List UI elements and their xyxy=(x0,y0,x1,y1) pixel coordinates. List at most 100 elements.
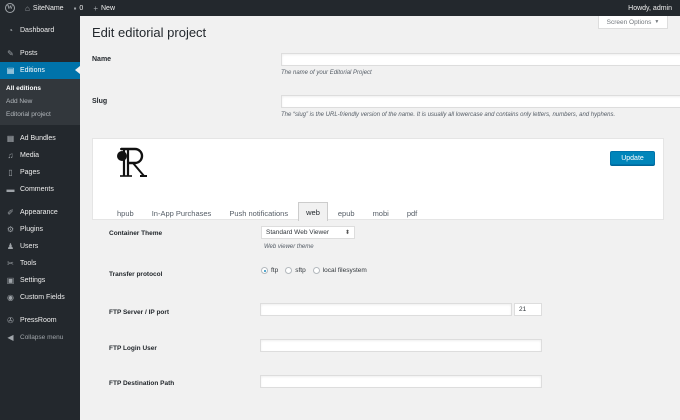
sidebar-item-comments[interactable]: ▬ Comments xyxy=(0,181,80,198)
comments-icon: ▬ xyxy=(6,185,15,194)
ftp-login-user-input[interactable] xyxy=(260,339,542,352)
sidebar-item-label: Plugins xyxy=(20,226,43,233)
tab-pdf[interactable]: pdf xyxy=(399,204,425,221)
users-icon: ♟ xyxy=(6,242,15,251)
admin-bar: W ⌂ SiteName ▪ 0 + New Howdy, admin xyxy=(0,0,680,16)
tab-mobi[interactable]: mobi xyxy=(365,204,397,221)
select-chevron-icon: ⬍ xyxy=(344,230,350,236)
sidebar-item-label: Appearance xyxy=(20,209,58,216)
container-theme-select[interactable]: Standard Web Viewer ⬍ xyxy=(261,226,355,239)
page-title: Edit editorial project xyxy=(92,25,207,40)
tab-push-notifications[interactable]: Push notifications xyxy=(221,204,296,221)
greeting-label: Howdy, admin xyxy=(628,4,672,12)
sidebar-item-label: Settings xyxy=(20,277,46,284)
slug-input[interactable] xyxy=(281,95,680,108)
new-content-link[interactable]: + New xyxy=(88,0,120,16)
radio-label: local filesystem xyxy=(322,267,367,274)
project-settings-panel: Update hpub In-App Purchases Push notifi… xyxy=(92,138,664,221)
ftp-destination-path-label: FTP Destination Path xyxy=(109,380,175,387)
sidebar-item-pressroom[interactable]: ✇ PressRoom xyxy=(0,312,80,329)
name-input[interactable] xyxy=(281,53,680,66)
sidebar-item-label: Dashboard xyxy=(20,27,55,34)
custom-fields-icon: ◉ xyxy=(7,293,14,302)
sidebar-item-label: Pages xyxy=(20,169,40,176)
new-label: New xyxy=(101,4,116,12)
container-theme-label: Container Theme xyxy=(109,230,163,237)
sidebar-item-label: Custom Fields xyxy=(20,294,65,301)
update-button[interactable]: Update xyxy=(610,151,655,165)
caret-down-icon: ▼ xyxy=(654,19,660,25)
sidebar-item-label: Tools xyxy=(20,260,37,267)
sidebar-item-ad-bundles[interactable]: ▦ Ad Bundles xyxy=(0,130,80,147)
ftp-server-label: FTP Server / IP port xyxy=(109,309,170,316)
dashboard-icon: ◔ xyxy=(8,26,13,35)
sidebar-item-plugins[interactable]: ⚙ Plugins xyxy=(0,221,80,238)
sidebar-item-posts[interactable]: ✎ Posts xyxy=(0,45,80,62)
wordpress-logo-icon[interactable]: W xyxy=(0,0,20,16)
sidebar-item-appearance[interactable]: ✐ Appearance xyxy=(0,204,80,221)
ftp-destination-path-input[interactable] xyxy=(260,375,542,388)
ad-bundles-icon: ▦ xyxy=(6,134,15,143)
sidebar-item-label: Editions xyxy=(20,67,45,74)
format-tabs: hpub In-App Purchases Push notifications… xyxy=(109,202,427,221)
radio-ftp[interactable]: ftp xyxy=(261,267,278,274)
sidebar-item-settings[interactable]: ▣ Settings xyxy=(0,272,80,289)
account-menu[interactable]: Howdy, admin xyxy=(623,0,680,16)
submenu-editorial-project[interactable]: Editorial project xyxy=(0,108,80,121)
collapse-menu-button[interactable]: ◀ Collapse menu xyxy=(0,329,80,346)
radio-dot-selected[interactable] xyxy=(261,267,268,274)
transfer-protocol-label: Transfer protocol xyxy=(109,271,163,278)
comments-link[interactable]: ▪ 0 xyxy=(69,0,89,16)
name-label: Name xyxy=(92,56,112,63)
sidebar-item-editions[interactable]: ▤ Editions xyxy=(0,62,80,79)
radio-label: ftp xyxy=(271,267,279,274)
tab-in-app-purchases[interactable]: In-App Purchases xyxy=(144,204,220,221)
container-theme-value: Standard Web Viewer xyxy=(266,229,329,236)
pushpin-icon: ✎ xyxy=(7,49,14,58)
site-name-label: SiteName xyxy=(32,4,64,12)
transfer-protocol-radio-group: ftp sftp local filesystem xyxy=(261,267,374,274)
ftp-server-input[interactable] xyxy=(260,303,512,316)
appearance-icon: ✐ xyxy=(7,208,14,217)
sidebar-item-custom-fields[interactable]: ◉ Custom Fields xyxy=(0,289,80,306)
tab-hpub[interactable]: hpub xyxy=(109,204,142,221)
submenu-all-editions[interactable]: All editions xyxy=(0,82,80,95)
screen-options-label: Screen Options xyxy=(606,18,652,26)
home-icon: ⌂ xyxy=(25,3,30,13)
pressroom-logo-icon xyxy=(117,147,147,177)
tab-epub[interactable]: epub xyxy=(330,204,363,221)
pressroom-icon: ✇ xyxy=(7,316,14,325)
collapse-arrow-icon: ◀ xyxy=(7,333,14,342)
sidebar-item-media[interactable]: ♫ Media xyxy=(0,147,80,164)
radio-dot[interactable] xyxy=(312,267,320,274)
ftp-port-input[interactable]: 21 xyxy=(514,303,542,316)
pages-icon: ▯ xyxy=(8,168,13,177)
tools-icon: ✂ xyxy=(7,259,14,268)
sidebar-item-tools[interactable]: ✂ Tools xyxy=(0,255,80,272)
slug-label: Slug xyxy=(92,98,108,105)
main-content: Screen Options ▼ Edit editorial project … xyxy=(80,16,680,420)
name-description: The name of your Editorial Project xyxy=(281,70,372,76)
radio-sftp[interactable]: sftp xyxy=(285,267,306,274)
settings-icon: ▣ xyxy=(6,276,15,285)
sidebar-item-label: Ad Bundles xyxy=(20,135,56,142)
sidebar-item-label: Media xyxy=(20,152,40,159)
radio-dot[interactable] xyxy=(285,267,293,274)
comment-bubble-icon: ▪ xyxy=(73,3,77,13)
radio-local-filesystem[interactable]: local filesystem xyxy=(312,267,367,274)
admin-sidebar: ◔ Dashboard ✎ Posts ▤ Editions All editi… xyxy=(0,16,80,420)
sidebar-item-users[interactable]: ♟ Users xyxy=(0,238,80,255)
comments-count: 0 xyxy=(79,4,84,12)
sidebar-item-label: Users xyxy=(20,243,39,250)
radio-label: sftp xyxy=(295,267,306,274)
tab-web[interactable]: web xyxy=(298,202,328,221)
editions-icon: ▤ xyxy=(6,66,15,75)
container-theme-description: Web viewer theme xyxy=(264,244,314,250)
site-name-link[interactable]: ⌂ SiteName xyxy=(20,0,69,16)
sidebar-item-label: Posts xyxy=(20,50,38,57)
submenu-add-new[interactable]: Add New xyxy=(0,95,80,108)
sidebar-item-pages[interactable]: ▯ Pages xyxy=(0,164,80,181)
sidebar-item-dashboard[interactable]: ◔ Dashboard xyxy=(0,22,80,39)
ftp-login-user-label: FTP Login User xyxy=(109,345,157,352)
screen-options-button[interactable]: Screen Options ▼ xyxy=(598,16,668,29)
